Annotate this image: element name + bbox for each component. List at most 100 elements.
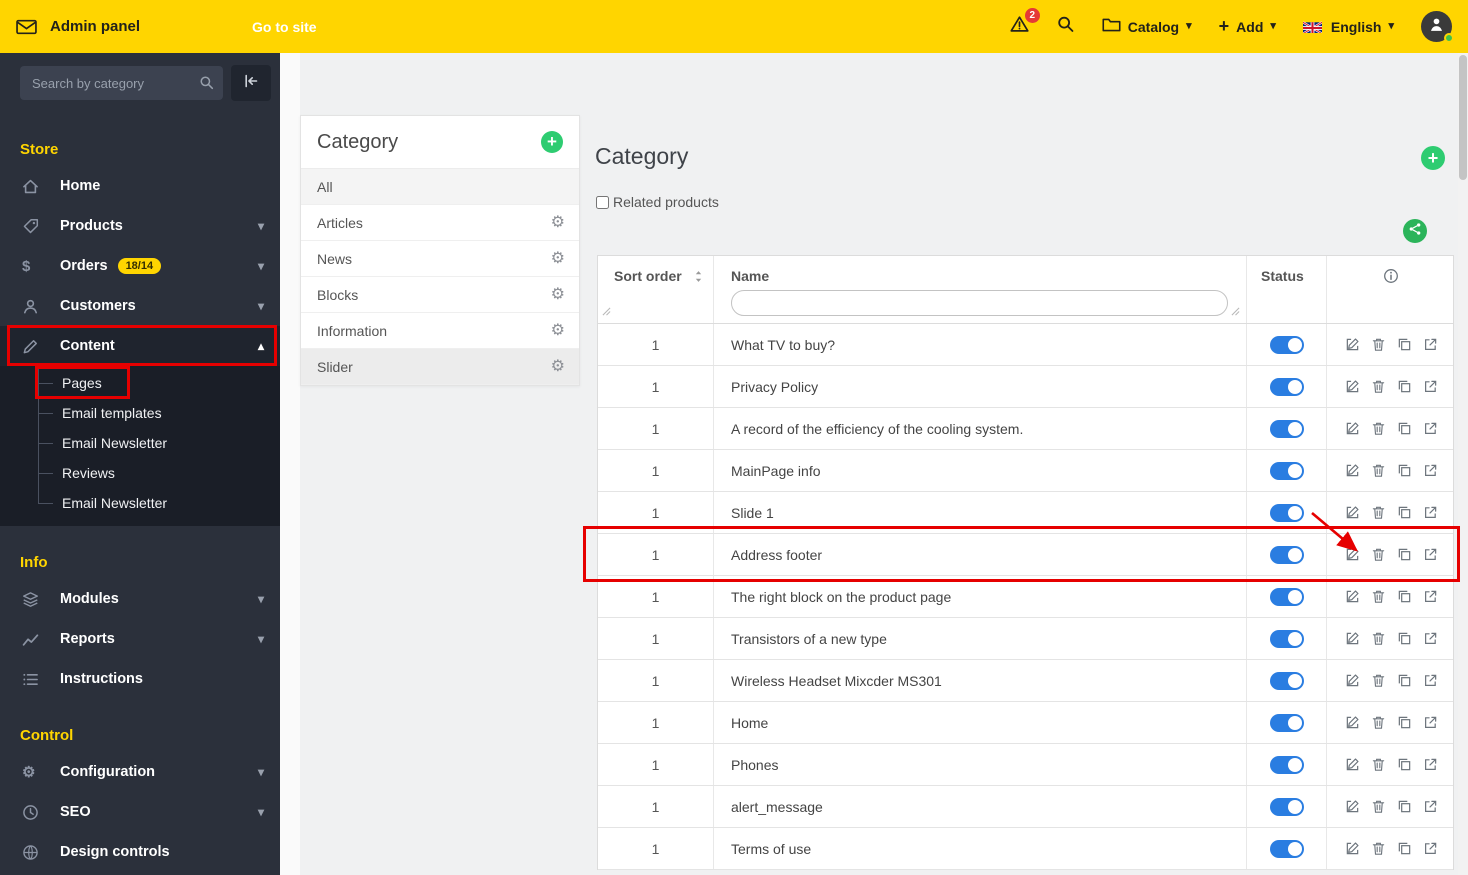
- sidebar-subitem-email-newsletter[interactable]: Email Newsletter: [0, 428, 280, 458]
- go-to-site-link[interactable]: Go to site: [252, 19, 317, 35]
- export-icon[interactable]: [1423, 631, 1438, 646]
- trash-icon[interactable]: [1371, 757, 1386, 772]
- sort-order-column-header[interactable]: Sort order: [598, 256, 713, 323]
- category-item-all[interactable]: All: [301, 169, 579, 205]
- copy-icon[interactable]: [1397, 505, 1412, 520]
- trash-icon[interactable]: [1371, 463, 1386, 478]
- trash-icon[interactable]: [1371, 505, 1386, 520]
- status-toggle[interactable]: [1269, 335, 1304, 354]
- name-filter-input[interactable]: [731, 290, 1228, 316]
- sidebar-item-seo[interactable]: SEO ▾: [0, 792, 280, 832]
- export-icon[interactable]: [1423, 421, 1438, 436]
- status-toggle[interactable]: [1269, 587, 1304, 606]
- status-toggle[interactable]: [1269, 461, 1304, 480]
- category-item-slider[interactable]: Slider ⚙: [301, 349, 579, 385]
- status-toggle[interactable]: [1269, 503, 1304, 522]
- trash-icon[interactable]: [1371, 421, 1386, 436]
- gear-icon[interactable]: ⚙: [551, 322, 565, 339]
- notifications-button[interactable]: 2: [1010, 8, 1040, 38]
- status-toggle[interactable]: [1269, 671, 1304, 690]
- language-menu[interactable]: English ▾: [1302, 19, 1394, 35]
- user-avatar[interactable]: [1421, 11, 1454, 43]
- sidebar-subitem-pages[interactable]: Pages: [0, 368, 280, 398]
- edit-icon[interactable]: [1345, 715, 1360, 730]
- search-button[interactable]: [1056, 15, 1075, 38]
- copy-icon[interactable]: [1397, 421, 1412, 436]
- sidebar-collapse-button[interactable]: [231, 65, 271, 101]
- status-toggle[interactable]: [1269, 419, 1304, 438]
- category-item-articles[interactable]: Articles ⚙: [301, 205, 579, 241]
- copy-icon[interactable]: [1397, 589, 1412, 604]
- category-item-blocks[interactable]: Blocks ⚙: [301, 277, 579, 313]
- status-toggle[interactable]: [1269, 713, 1304, 732]
- trash-icon[interactable]: [1371, 337, 1386, 352]
- resize-grip-icon[interactable]: [1231, 303, 1240, 319]
- export-icon[interactable]: [1423, 673, 1438, 688]
- status-toggle[interactable]: [1269, 839, 1304, 858]
- status-toggle[interactable]: [1269, 755, 1304, 774]
- sidebar-item-content[interactable]: Content ▴: [0, 326, 280, 366]
- sidebar-item-orders[interactable]: $ Orders 18/14 ▾: [0, 246, 280, 286]
- copy-icon[interactable]: [1397, 757, 1412, 772]
- sidebar-item-reports[interactable]: Reports ▾: [0, 619, 280, 659]
- sidebar-item-design-controls[interactable]: Design controls: [0, 832, 280, 872]
- trash-icon[interactable]: [1371, 841, 1386, 856]
- sidebar-item-modules[interactable]: Modules ▾: [0, 579, 280, 619]
- sidebar-item-instructions[interactable]: Instructions: [0, 659, 280, 699]
- export-icon[interactable]: [1423, 799, 1438, 814]
- catalog-menu[interactable]: Catalog ▾: [1102, 17, 1192, 36]
- copy-icon[interactable]: [1397, 631, 1412, 646]
- add-menu[interactable]: + Add ▾: [1219, 16, 1276, 37]
- copy-icon[interactable]: [1397, 799, 1412, 814]
- category-item-information[interactable]: Information ⚙: [301, 313, 579, 349]
- status-toggle[interactable]: [1269, 377, 1304, 396]
- resize-grip-icon[interactable]: [602, 303, 611, 319]
- trash-icon[interactable]: [1371, 673, 1386, 688]
- copy-icon[interactable]: [1397, 715, 1412, 730]
- trash-icon[interactable]: [1371, 715, 1386, 730]
- scrollbar-thumb[interactable]: [1459, 55, 1467, 180]
- sidebar-item-home[interactable]: Home: [0, 166, 280, 206]
- edit-icon[interactable]: [1345, 379, 1360, 394]
- trash-icon[interactable]: [1371, 547, 1386, 562]
- gear-icon[interactable]: ⚙: [551, 358, 565, 375]
- edit-icon[interactable]: [1345, 841, 1360, 856]
- edit-icon[interactable]: [1345, 421, 1360, 436]
- export-icon[interactable]: [1423, 505, 1438, 520]
- share-button[interactable]: [1403, 219, 1427, 243]
- info-icon[interactable]: [1383, 268, 1399, 323]
- status-toggle[interactable]: [1269, 797, 1304, 816]
- status-toggle[interactable]: [1269, 545, 1304, 564]
- edit-icon[interactable]: [1345, 463, 1360, 478]
- sidebar-subitem-email-templates[interactable]: Email templates: [0, 398, 280, 428]
- export-icon[interactable]: [1423, 841, 1438, 856]
- export-icon[interactable]: [1423, 379, 1438, 394]
- export-icon[interactable]: [1423, 337, 1438, 352]
- edit-icon[interactable]: [1345, 505, 1360, 520]
- edit-icon[interactable]: [1345, 337, 1360, 352]
- category-item-news[interactable]: News ⚙: [301, 241, 579, 277]
- edit-icon[interactable]: [1345, 589, 1360, 604]
- status-toggle[interactable]: [1269, 629, 1304, 648]
- export-icon[interactable]: [1423, 715, 1438, 730]
- edit-icon[interactable]: [1345, 799, 1360, 814]
- sidebar-subitem-email-newsletter[interactable]: Email Newsletter: [0, 488, 280, 518]
- page-scrollbar[interactable]: [1458, 53, 1468, 875]
- copy-icon[interactable]: [1397, 673, 1412, 688]
- sidebar-item-customers[interactable]: Customers ▾: [0, 286, 280, 326]
- gear-icon[interactable]: ⚙: [551, 250, 565, 267]
- export-icon[interactable]: [1423, 757, 1438, 772]
- trash-icon[interactable]: [1371, 379, 1386, 394]
- edit-icon[interactable]: [1345, 757, 1360, 772]
- edit-icon[interactable]: [1345, 631, 1360, 646]
- copy-icon[interactable]: [1397, 841, 1412, 856]
- copy-icon[interactable]: [1397, 379, 1412, 394]
- edit-icon[interactable]: [1345, 547, 1360, 562]
- trash-icon[interactable]: [1371, 631, 1386, 646]
- copy-icon[interactable]: [1397, 337, 1412, 352]
- trash-icon[interactable]: [1371, 589, 1386, 604]
- edit-icon[interactable]: [1345, 673, 1360, 688]
- export-icon[interactable]: [1423, 589, 1438, 604]
- gear-icon[interactable]: ⚙: [551, 286, 565, 303]
- sidebar-item-products[interactable]: Products ▾: [0, 206, 280, 246]
